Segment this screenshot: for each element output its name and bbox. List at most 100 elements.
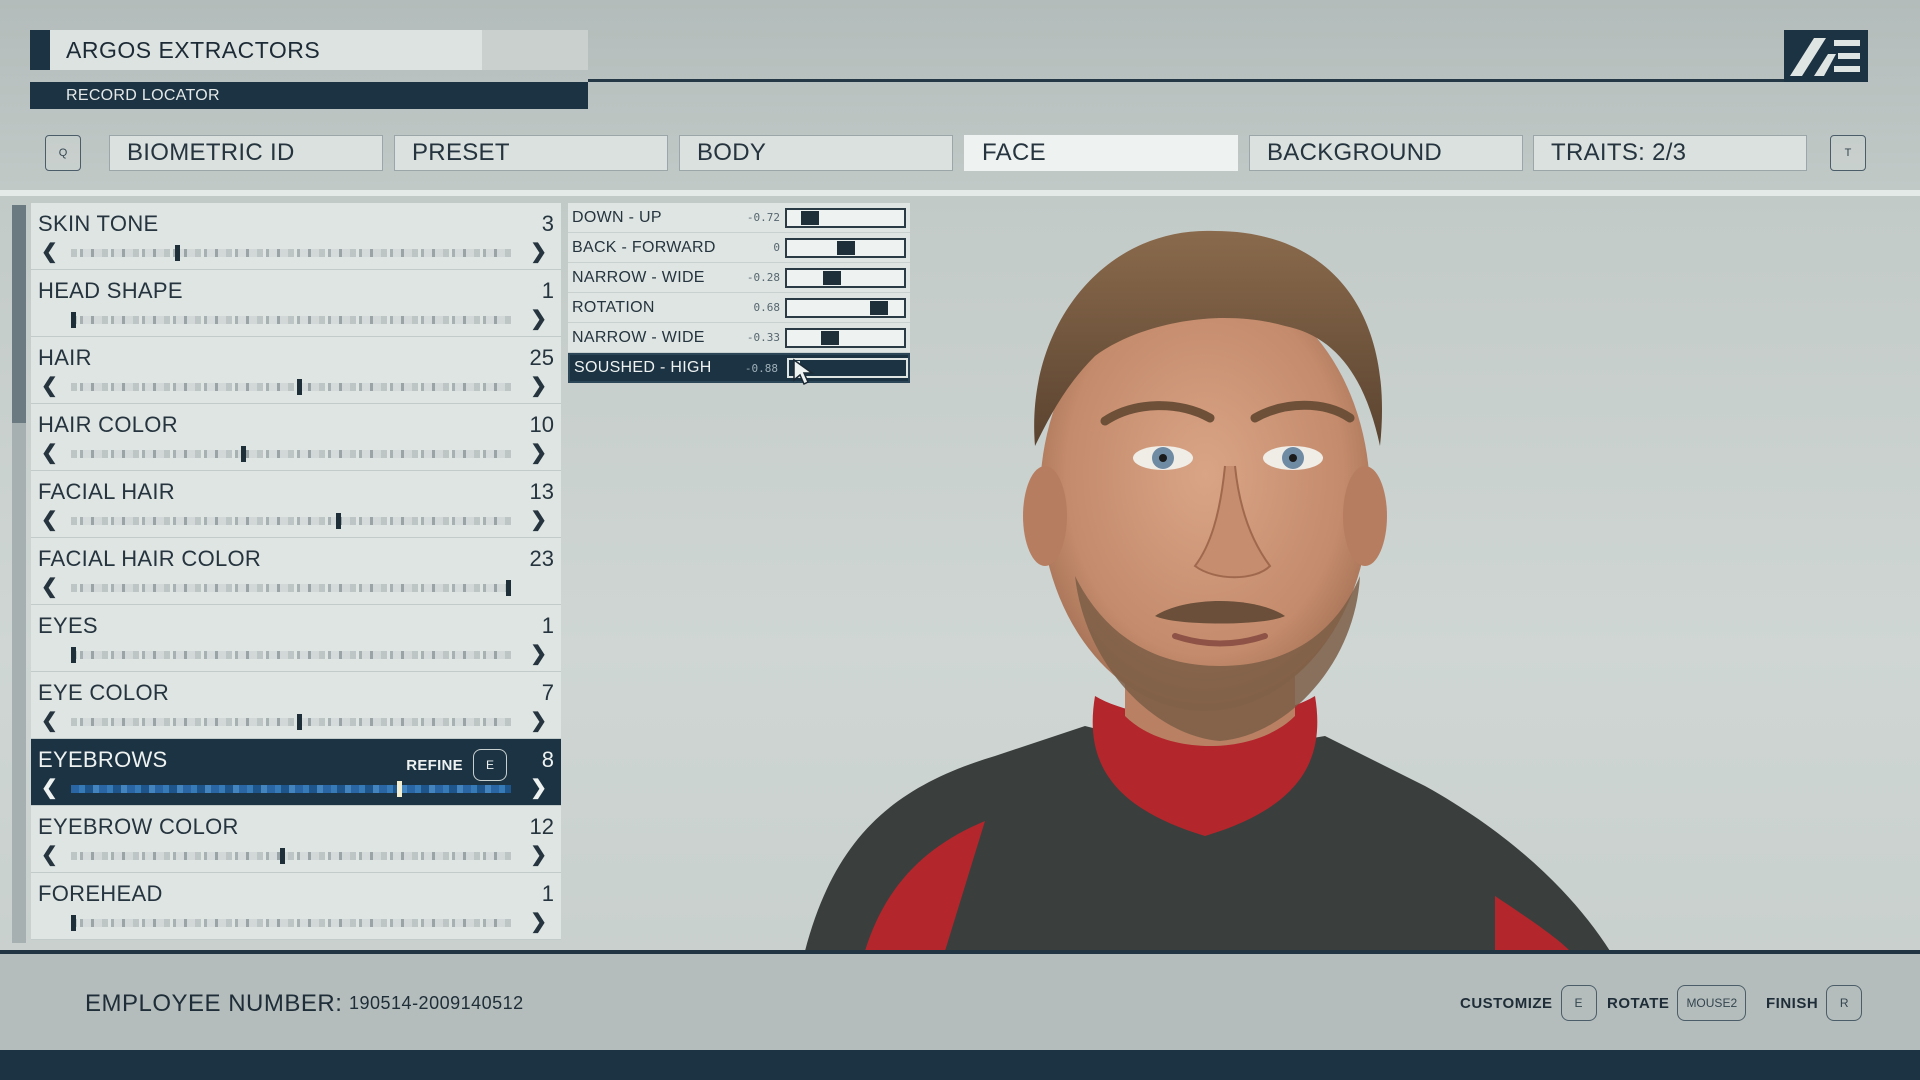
feature-label: HAIR COLOR <box>38 412 178 437</box>
tab-background[interactable]: BACKGROUND <box>1249 135 1523 171</box>
refine-slider-value: -0.88 <box>744 361 778 375</box>
chevron-left-icon[interactable]: ❮ <box>41 775 58 800</box>
feature-slider-track[interactable] <box>71 584 511 592</box>
feature-facial-hair-color[interactable]: FACIAL HAIR COLOR 23 ❮ <box>31 538 561 605</box>
refine-slider-narrow-wide-2[interactable]: NARROW - WIDE -0.33 <box>568 323 910 353</box>
feature-eye-color[interactable]: EYE COLOR 7 ❮ ❯ <box>31 672 561 739</box>
refine-slider-soushed-high[interactable]: SOUSHED - HIGH -0.88 <box>568 353 910 383</box>
feature-slider-track[interactable] <box>71 651 511 659</box>
chevron-right-icon[interactable]: ❯ <box>530 507 547 532</box>
refine-control[interactable]: REFINE E <box>406 749 507 781</box>
refine-slider-narrow-wide[interactable]: NARROW - WIDE -0.28 <box>568 263 910 293</box>
rotate-label: ROTATE <box>1607 994 1670 1012</box>
feature-slider-knob[interactable] <box>279 848 285 864</box>
feature-slider-track[interactable] <box>71 785 511 793</box>
feature-skin-tone[interactable]: SKIN TONE 3 ❮ ❯ <box>31 203 561 270</box>
feature-slider-track[interactable] <box>71 718 511 726</box>
feature-slider-knob[interactable] <box>336 513 342 529</box>
chevron-right-icon[interactable]: ❯ <box>530 306 547 331</box>
refine-slider-bar[interactable] <box>785 237 906 258</box>
chevron-left-icon[interactable]: ❮ <box>41 842 58 867</box>
feature-slider-knob[interactable] <box>297 714 303 730</box>
customize-control[interactable]: CUSTOMIZE E <box>1460 985 1597 1021</box>
refine-slider-handle[interactable] <box>820 330 839 345</box>
feature-eyebrow-color[interactable]: EYEBROW COLOR 12 ❮ ❯ <box>31 806 561 873</box>
feature-slider-track[interactable] <box>71 383 511 391</box>
tab-face[interactable]: FACE <box>964 135 1238 171</box>
feature-slider-knob[interactable] <box>175 245 181 261</box>
rotate-control[interactable]: ROTATE MOUSE2 <box>1607 985 1747 1021</box>
feature-value: 7 <box>541 680 554 705</box>
refine-slider-rotation[interactable]: ROTATION 0.68 <box>568 293 910 323</box>
feature-value: 12 <box>529 814 554 839</box>
customize-key[interactable]: E <box>1560 985 1597 1021</box>
tab-preset[interactable]: PRESET <box>394 135 668 171</box>
feature-slider-track[interactable] <box>71 852 511 860</box>
refine-slider-bar[interactable] <box>785 327 906 348</box>
feature-slider-track[interactable] <box>71 316 511 324</box>
tab-biometric-id[interactable]: BIOMETRIC ID <box>109 135 383 171</box>
chevron-left-icon[interactable]: ❮ <box>41 373 58 398</box>
refine-slider-handle[interactable] <box>822 270 841 285</box>
refine-slider-label: SOUSHED - HIGH <box>574 359 712 376</box>
feature-value: 25 <box>529 345 554 370</box>
refine-slider-bar[interactable] <box>785 207 906 228</box>
record-locator-label: RECORD LOCATOR <box>30 82 588 109</box>
chevron-right-icon[interactable]: ❯ <box>530 239 547 264</box>
feature-value: 1 <box>541 881 554 906</box>
feature-hair-color[interactable]: HAIR COLOR 10 ❮ ❯ <box>31 404 561 471</box>
feature-slider-knob[interactable] <box>71 312 76 328</box>
feature-slider-knob[interactable] <box>240 446 246 462</box>
tab-body[interactable]: BODY <box>679 135 953 171</box>
chevron-left-icon[interactable]: ❮ <box>41 507 58 532</box>
tab-prev-key[interactable]: Q <box>45 135 81 171</box>
feature-slider-track[interactable] <box>71 249 511 257</box>
refine-slider-handle[interactable] <box>870 300 889 315</box>
refine-slider-back-forward[interactable]: BACK - FORWARD 0 <box>568 233 910 263</box>
feature-slider-track[interactable] <box>71 517 511 525</box>
chevron-right-icon[interactable]: ❯ <box>530 641 547 666</box>
chevron-right-icon[interactable]: ❯ <box>530 842 547 867</box>
finish-key[interactable]: R <box>1826 985 1863 1021</box>
rotate-key[interactable]: MOUSE2 <box>1677 985 1747 1021</box>
chevron-right-icon[interactable]: ❯ <box>530 440 547 465</box>
refine-slider-label: BACK - FORWARD <box>572 238 716 256</box>
refine-slider-handle[interactable] <box>800 210 819 225</box>
feature-slider-track[interactable] <box>71 919 511 927</box>
refine-slider-down-up[interactable]: DOWN - UP -0.72 <box>568 203 910 233</box>
chevron-left-icon[interactable]: ❮ <box>41 440 58 465</box>
feature-label: FACIAL HAIR <box>38 479 175 504</box>
finish-control[interactable]: FINISH R <box>1766 985 1863 1021</box>
chevron-right-icon[interactable]: ❯ <box>530 909 547 934</box>
feature-eyebrows[interactable]: EYEBROWS REFINE E 8 ❮ ❯ <box>31 739 561 806</box>
feature-slider-knob[interactable] <box>297 379 303 395</box>
feature-label: SKIN TONE <box>38 211 159 236</box>
feature-slider-track[interactable] <box>71 450 511 458</box>
feature-list-scroll-thumb[interactable] <box>12 205 26 423</box>
refine-slider-handle[interactable] <box>836 240 855 255</box>
chevron-left-icon[interactable]: ❮ <box>41 239 58 264</box>
feature-facial-hair[interactable]: FACIAL HAIR 13 ❮ ❯ <box>31 471 561 538</box>
chevron-right-icon[interactable]: ❯ <box>530 373 547 398</box>
feature-forehead[interactable]: FOREHEAD 1 ❯ <box>31 873 561 940</box>
refine-key[interactable]: E <box>473 749 507 781</box>
chevron-right-icon[interactable]: ❯ <box>530 775 547 800</box>
feature-eyes[interactable]: EYES 1 ❯ <box>31 605 561 672</box>
feature-head-shape[interactable]: HEAD SHAPE 1 ❯ <box>31 270 561 337</box>
feature-label: EYE COLOR <box>38 680 170 705</box>
refine-slider-bar[interactable] <box>785 297 906 318</box>
feature-slider-knob[interactable] <box>71 915 76 931</box>
chevron-left-icon[interactable]: ❮ <box>41 574 58 599</box>
chevron-right-icon[interactable]: ❯ <box>530 708 547 733</box>
feature-label: FACIAL HAIR COLOR <box>38 546 262 571</box>
tab-traits[interactable]: TRAITS: 2/3 <box>1533 135 1807 171</box>
feature-slider-knob[interactable] <box>506 580 511 596</box>
refine-slider-bar[interactable] <box>785 267 906 288</box>
feature-hair[interactable]: HAIR 25 ❮ ❯ <box>31 337 561 404</box>
chevron-left-icon[interactable]: ❮ <box>41 708 58 733</box>
company-title: ARGOS EXTRACTORS <box>50 30 482 70</box>
tab-next-key[interactable]: T <box>1830 135 1866 171</box>
feature-label: HEAD SHAPE <box>38 278 183 303</box>
feature-slider-knob[interactable] <box>71 647 76 663</box>
feature-slider-knob[interactable] <box>397 781 403 797</box>
